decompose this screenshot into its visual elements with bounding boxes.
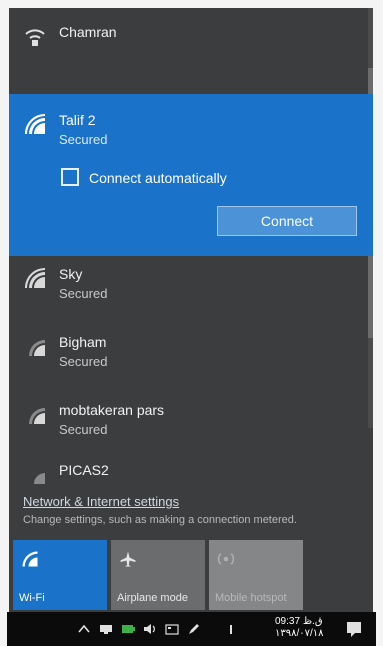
network-status: Secured	[59, 132, 108, 147]
connect-button[interactable]: Connect	[217, 206, 357, 236]
network-name: Bigham	[59, 334, 107, 350]
clock-date: ۱۳۹۸/۰۷/۱۸	[275, 628, 324, 639]
airplane-icon	[120, 551, 136, 567]
notification-icon[interactable]	[345, 620, 363, 638]
chevron-up-icon[interactable]	[77, 622, 91, 636]
volume-icon[interactable]	[143, 622, 157, 636]
network-item-sky[interactable]: Sky Secured	[9, 266, 367, 318]
battery-icon[interactable]	[121, 622, 135, 636]
network-settings-link[interactable]: Network & Internet settings	[23, 494, 179, 509]
wifi-tile[interactable]: Wi-Fi	[13, 540, 107, 610]
language-icon[interactable]	[225, 622, 239, 636]
wifi-icon	[22, 551, 38, 567]
mobile-hotspot-tile[interactable]: Mobile hotspot	[209, 540, 303, 610]
network-item-mobtakeran-pars[interactable]: mobtakeran pars Secured	[9, 402, 367, 454]
wifi-signal-icon	[29, 340, 45, 356]
clock-ampm: ق.ظ	[302, 616, 323, 627]
airplane-mode-tile[interactable]: Airplane mode	[111, 540, 205, 610]
airplane-mode-label: Airplane mode	[117, 592, 188, 604]
taskbar-clock[interactable]: 09:37 ق.ظ ۱۳۹۸/۰۷/۱۸	[275, 616, 324, 640]
mobile-hotspot-label: Mobile hotspot	[215, 592, 287, 604]
network-item-chamran[interactable]: Chamran	[9, 24, 367, 74]
clock-time: 09:37	[275, 616, 301, 627]
network-name: PICAS2	[59, 462, 109, 478]
network-item-picas2[interactable]: PICAS2	[9, 462, 367, 486]
keyboard-icon[interactable]	[165, 622, 179, 636]
taskbar: 09:37 ق.ظ ۱۳۹۸/۰۷/۱۸	[7, 612, 376, 646]
hotspot-icon	[217, 553, 235, 565]
wifi-signal-icon	[34, 473, 45, 484]
wifi-lock-icon	[25, 29, 45, 46]
wifi-tile-label: Wi-Fi	[19, 592, 45, 604]
network-name: Sky	[59, 266, 83, 282]
wifi-signal-icon	[29, 408, 45, 424]
connect-automatically-label: Connect automatically	[89, 170, 227, 186]
pen-icon[interactable]	[187, 622, 201, 636]
connect-automatically-checkbox[interactable]	[61, 168, 79, 186]
wifi-signal-icon	[25, 113, 45, 134]
network-status: Secured	[59, 354, 108, 369]
network-settings-description: Change settings, such as making a connec…	[23, 514, 297, 526]
network-name: Chamran	[59, 24, 117, 40]
network-name: mobtakeran pars	[59, 402, 165, 418]
network-item-bigham[interactable]: Bigham Secured	[9, 334, 367, 386]
network-status: Secured	[59, 286, 108, 301]
network-flyout: Chamran Talif 2 Secured Connect automati…	[9, 8, 373, 612]
network-icon[interactable]	[99, 622, 113, 636]
network-name: Talif 2	[59, 112, 96, 128]
wifi-signal-icon	[25, 267, 45, 288]
network-row[interactable]: Talif 2 Secured	[9, 112, 367, 152]
network-status: Secured	[59, 422, 108, 437]
